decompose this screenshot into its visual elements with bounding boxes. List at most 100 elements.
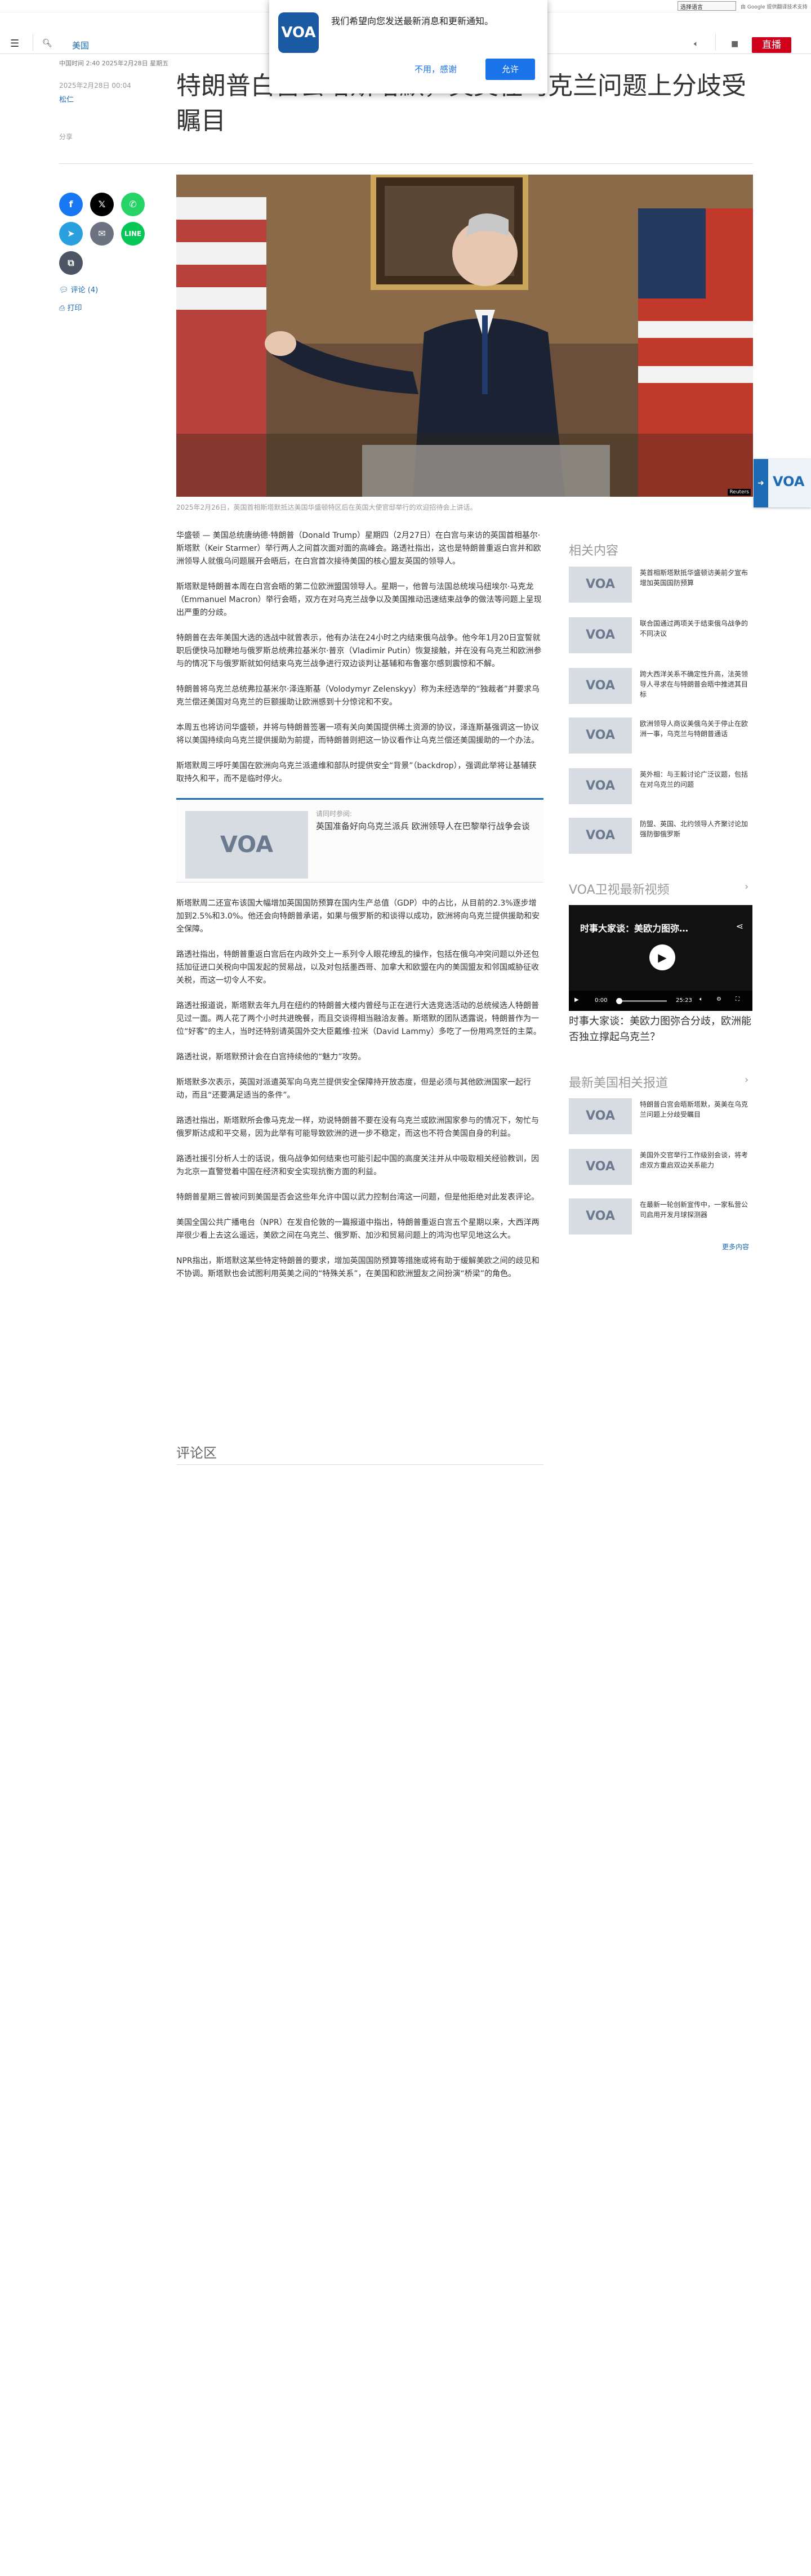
paragraph: 本周五也将访问华盛顿，并将与特朗普签署一项有关向美国提供稀土资源的协议，泽连斯基… (176, 723, 539, 745)
language-select[interactable]: 选择语言 (678, 1, 736, 11)
latest-heading[interactable]: 最新美国相关报道 (569, 1073, 668, 1091)
video-icon[interactable]: ■ (731, 39, 738, 48)
related-item[interactable]: VOA 英首相斯塔默抵华盛顿访美前夕宣布增加英国国防预算 (569, 567, 752, 607)
paragraph: 路透社说，斯塔默预计会在白宫持续他的“魅力”攻势。 (176, 1053, 366, 1062)
publish-date: 2025年2月28日 00:04 (59, 82, 131, 90)
latest-thumbnail: VOA (569, 1098, 632, 1134)
translate-credit: 由 Google 提供翻译技术支持 (741, 5, 808, 10)
latest-item-title[interactable]: 特朗普白宫会晤斯塔默，英美在乌克兰问题上分歧受瞩目 (640, 1099, 752, 1120)
latest-thumbnail: VOA (569, 1149, 632, 1185)
comments-link[interactable]: 💬︎ 评论 (4) (59, 284, 98, 295)
live-button[interactable]: 直播 (752, 37, 791, 53)
related-item[interactable]: VOA 英外相：与王毅讨论广泛议题，包括在对乌克兰的问题 (569, 768, 752, 809)
paragraph: 特朗普将乌克兰总统弗拉基米尔·泽连斯基（Volodymyr Zelenskyy）… (176, 685, 540, 707)
paragraph: 路透社指出，斯塔默所会像马克龙一样，劝说特朗普不要在没有乌克兰或欧洲国家参与的情… (176, 1116, 539, 1138)
hero-illustration (176, 175, 753, 497)
play-icon[interactable]: ▶ (649, 944, 675, 970)
divider (59, 163, 753, 164)
related-item-title[interactable]: 欧洲领导人商议美俄乌关于停止在欧洲一事，乌克兰与特朗普通话 (640, 719, 752, 739)
related-thumbnail: VOA (569, 717, 632, 754)
related-item-title[interactable]: 防盟、英国、北约领导人齐聚讨论加强防御俄罗斯 (640, 819, 752, 839)
related-thumbnail: VOA (569, 617, 632, 653)
more-link[interactable]: 更多内容 (722, 1242, 749, 1251)
related-thumbnail: VOA (569, 818, 632, 854)
menu-icon[interactable]: ☰ (10, 38, 19, 50)
comments-heading: 评论区 (176, 1445, 217, 1461)
divider (176, 1464, 543, 1465)
related-article-card[interactable]: VOA 请同时参阅: 英国准备好向乌克兰派兵 欧洲领导人在巴黎举行战争会谈 (176, 798, 543, 883)
line-share-icon[interactable]: LINE (121, 222, 145, 246)
search-icon[interactable]: 🔍︎ (42, 39, 52, 48)
whatsapp-share-icon[interactable]: ✆ (121, 193, 145, 216)
video-heading[interactable]: VOA卫视最新视频 (569, 880, 670, 898)
related-thumbnail: VOA (569, 768, 632, 804)
settings-icon[interactable]: ⚙ (716, 996, 721, 1002)
paragraph: 斯塔默是特朗普本周在白宫会晤的第二位欧洲盟国领导人。星期一，他曾与法国总统埃马纽… (176, 582, 542, 617)
copy-link-icon[interactable]: ⧉ (59, 251, 83, 275)
paragraph: 华盛顿 — 美国总统唐纳德·特朗普（Donald Trump）星期四（2月27日… (176, 531, 541, 566)
email-share-icon[interactable]: ✉ (90, 222, 114, 246)
latest-item[interactable]: VOA 美国外交官举行工作级别会谈，将考虑双方重启双边关系能力 (569, 1149, 752, 1189)
volume-icon[interactable]: 🔈︎ (699, 996, 703, 1002)
progress-bar[interactable] (616, 1000, 667, 1002)
article-body: 华盛顿 — 美国总统唐纳德·特朗普（Donald Trump）星期四（2月27日… (176, 529, 543, 1293)
hero-photo: Reuters (176, 175, 753, 497)
paragraph: 斯塔默周三呼吁美国在欧洲向乌克兰派遣维和部队时提供安全“背景”（backdrop… (176, 761, 537, 783)
paragraph: 斯塔默多次表示，英国对派遣英军向乌克兰提供安全保障持开放态度，但是必须与其他欧洲… (176, 1078, 531, 1100)
paragraph: 路透社指出，特朗普重返白宫后在内政外交上一系列令人眼花缭乱的操作，包括在俄乌冲突… (176, 950, 539, 985)
decline-button[interactable]: 不用，感谢 (415, 63, 457, 75)
related-item[interactable]: VOA 联合国通过两项关于结束俄乌战争的不同决议 (569, 617, 752, 658)
chevron-right-icon[interactable]: › (745, 1074, 748, 1086)
paragraph: 路透社报道说，斯塔默去年九月在纽约的特朗普大楼内曾经与正在进行大选竞选活动的总统… (176, 1001, 541, 1036)
audio-icon[interactable]: 🔈︎ (694, 39, 698, 48)
allow-button[interactable]: 允许 (485, 59, 535, 80)
section-link[interactable]: 美国 (72, 39, 89, 51)
voa-logo: VOA (278, 12, 319, 53)
related-thumbnail: VOA (185, 811, 308, 879)
video-title[interactable]: 时事大家谈：美欧力图弥合分歧，欧洲能否独立撑起乌克兰？ (569, 1014, 752, 1045)
related-item[interactable]: VOA 跨大西洋关系不确定性升高，法英领导人寻求在与特朗普会晤中推进其目标 (569, 668, 752, 708)
print-link[interactable]: ⎙ 打印 (59, 302, 82, 313)
photo-credit: Reuters (728, 489, 751, 496)
photo-caption: 2025年2月26日，英国首相斯塔默抵达美国华盛顿特区后在英国大使官邸举行的欢迎… (176, 503, 477, 511)
total-time: 25:23 (676, 997, 692, 1004)
video-overlay-title: 时事大家谈：美欧力图弥… (580, 923, 689, 934)
floating-tab[interactable]: ➜ VOA (754, 459, 811, 507)
divider (715, 34, 716, 51)
fullscreen-icon[interactable]: ⛶ (736, 996, 739, 1002)
progress-handle[interactable] (616, 998, 622, 1004)
play-button[interactable]: ▶ (574, 997, 579, 1003)
related-item-title[interactable]: 英首相斯塔默抵华盛顿访美前夕宣布增加英国国防预算 (640, 568, 752, 588)
arrow-right-icon[interactable]: ➜ (754, 459, 768, 507)
latest-item-title[interactable]: 在最新一轮创新宣传中，一家私营公司启用开发月球探测器 (640, 1200, 752, 1220)
paragraph: 美国全国公共广播电台（NPR）在发自伦敦的一篇报道中指出，特朗普重返白宫五个星期… (176, 1218, 540, 1240)
related-headline[interactable]: 英国准备好向乌克兰派兵 欧洲领导人在巴黎举行战争会谈 (316, 820, 536, 833)
related-label: 请同时参阅: (316, 810, 353, 818)
dateline: 中国时间 2:40 2025年2月28日 星期五 (59, 60, 169, 67)
voa-logo: VOA (773, 474, 805, 489)
latest-item-title[interactable]: 美国外交官举行工作级别会谈，将考虑双方重启双边关系能力 (640, 1150, 752, 1170)
author-link[interactable]: 松仁 (59, 93, 74, 104)
video-controls: ▶ 0:00 25:23 🔈︎ ⚙ ⛶ (569, 991, 752, 1011)
related-item-title[interactable]: 跨大西洋关系不确定性升高，法英领导人寻求在与特朗普会晤中推进其目标 (640, 669, 752, 699)
related-item[interactable]: VOA 欧洲领导人商议美俄乌关于停止在欧洲一事，乌克兰与特朗普通话 (569, 717, 752, 758)
share-icon[interactable]: ⋖ (736, 921, 743, 932)
related-heading: 相关内容 (569, 544, 619, 558)
facebook-share-icon[interactable]: f (59, 193, 83, 216)
comments-section: 评论区 (176, 1442, 543, 1465)
paragraph: 斯塔默周二还宣布该国大幅增加英国国防预算在国内生产总值（GDP）中的占比，从目前… (176, 899, 540, 934)
video-player[interactable]: 时事大家谈：美欧力图弥… ⋖ ▶ ▶ 0:00 25:23 🔈︎ ⚙ ⛶ (569, 905, 752, 1011)
latest-item[interactable]: VOA 特朗普白宫会晤斯塔默，英美在乌克兰问题上分歧受瞩目 (569, 1098, 752, 1139)
paragraph: NPR指出，斯塔默这某些特定特朗普的要求，增加英国国防预算等措施或将有助于缓解美… (176, 1256, 540, 1278)
related-item[interactable]: VOA 防盟、英国、北约领导人齐聚讨论加强防御俄罗斯 (569, 818, 752, 858)
paragraph: 特朗普在去年美国大选的选战中就曾表示，他有办法在24小时之内结束俄乌战争。他今年… (176, 634, 542, 668)
related-item-title[interactable]: 联合国通过两项关于结束俄乌战争的不同决议 (640, 618, 752, 639)
current-time: 0:00 (595, 997, 608, 1004)
x-share-icon[interactable]: 𝕏 (90, 193, 114, 216)
chevron-right-icon[interactable]: › (745, 881, 748, 893)
related-item-title[interactable]: 英外相：与王毅讨论广泛议题，包括在对乌克兰的问题 (640, 769, 752, 790)
comments-link-label: 评论 (4) (70, 286, 99, 295)
telegram-share-icon[interactable]: ➤ (59, 222, 83, 246)
related-thumbnail: VOA (569, 567, 632, 603)
latest-item[interactable]: VOA 在最新一轮创新宣传中，一家私营公司启用开发月球探测器 (569, 1198, 752, 1239)
